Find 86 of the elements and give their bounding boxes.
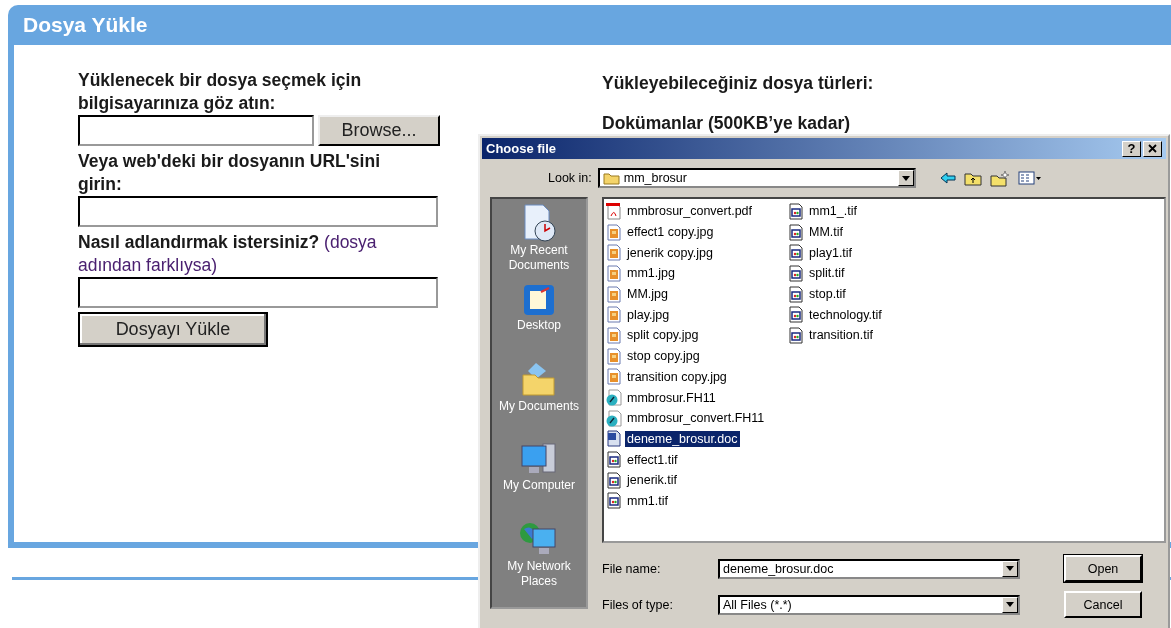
dropdown-button[interactable] bbox=[1002, 560, 1018, 577]
look-in-dropdown[interactable]: mm_brosur bbox=[597, 168, 916, 188]
tif-file-icon bbox=[606, 451, 622, 469]
freehand-file-icon bbox=[606, 409, 622, 427]
close-icon bbox=[1148, 144, 1157, 153]
image-file-icon bbox=[606, 285, 622, 303]
places-item[interactable]: My Documents bbox=[492, 361, 586, 440]
freehand-file-icon bbox=[606, 389, 622, 407]
close-button[interactable] bbox=[1143, 140, 1162, 157]
browse-label: Yüklenecek bir dosya seçmek için bilgisayarınıza göz atın: bbox=[78, 69, 363, 115]
back-arrow-icon[interactable] bbox=[939, 172, 956, 184]
tif-file-icon bbox=[788, 306, 804, 324]
dialog-title: Choose file bbox=[486, 141, 557, 156]
file-item[interactable]: effect1.tif bbox=[625, 451, 680, 468]
places-item[interactable]: My Computer bbox=[492, 440, 586, 519]
file-name-label: File name: bbox=[602, 561, 662, 576]
dropdown-arrow-icon bbox=[1006, 566, 1014, 571]
open-button[interactable]: Open bbox=[1064, 555, 1142, 582]
image-file-icon bbox=[606, 326, 622, 344]
folder-icon bbox=[520, 361, 558, 399]
image-file-icon bbox=[606, 368, 622, 386]
tif-file-icon bbox=[788, 326, 804, 344]
folder-icon bbox=[602, 171, 620, 185]
dropdown-button[interactable] bbox=[897, 170, 914, 186]
image-file-icon bbox=[606, 223, 622, 241]
tif-file-icon bbox=[788, 285, 804, 303]
places-item[interactable]: My Recent Documents bbox=[492, 203, 586, 282]
file-item[interactable]: MM.tif bbox=[807, 224, 846, 241]
tif-file-icon bbox=[606, 492, 622, 510]
dropdown-arrow-icon bbox=[901, 175, 910, 181]
file-item[interactable]: mm1_.tif bbox=[807, 203, 859, 220]
file-item[interactable]: transition copy.jpg bbox=[625, 368, 729, 385]
file-type-dropdown[interactable]: All Files (*.*) bbox=[718, 594, 1020, 615]
file-item[interactable]: split copy.jpg bbox=[625, 327, 701, 344]
file-item[interactable]: mm1.tif bbox=[625, 492, 670, 509]
word-document-icon bbox=[606, 430, 622, 448]
places-item[interactable]: My Network Places bbox=[492, 519, 586, 598]
panel-title: Dosya Yükle bbox=[23, 13, 148, 37]
view-menu-icon[interactable] bbox=[1017, 171, 1042, 185]
places-item[interactable]: Desktop bbox=[492, 282, 586, 361]
dropdown-arrow-icon bbox=[1006, 602, 1014, 607]
url-field[interactable] bbox=[78, 196, 438, 227]
file-name-field[interactable]: deneme_brosur.doc bbox=[718, 558, 1020, 579]
tif-file-icon bbox=[606, 471, 622, 489]
file-item[interactable]: effect1 copy.jpg bbox=[625, 224, 716, 241]
file-item[interactable]: stop.tif bbox=[807, 286, 848, 303]
file-item[interactable]: MM.jpg bbox=[625, 286, 670, 303]
file-item[interactable]: mmbrosur_convert.FH11 bbox=[625, 410, 767, 427]
image-file-icon bbox=[606, 244, 622, 262]
help-button[interactable]: ? bbox=[1122, 140, 1141, 157]
file-item[interactable]: transition.tif bbox=[807, 327, 875, 344]
url-label: Veya web'deki bir dosyanın URL'sini girin: bbox=[78, 150, 382, 196]
up-folder-icon[interactable] bbox=[963, 170, 982, 186]
desktop-icon bbox=[521, 282, 557, 318]
file-item[interactable]: jenerik.tif bbox=[625, 472, 680, 489]
file-item[interactable]: mmbrosur.FH11 bbox=[625, 389, 718, 406]
rename-field[interactable] bbox=[78, 277, 438, 308]
look-in-label: Look in: bbox=[548, 171, 592, 185]
file-path-field[interactable] bbox=[78, 115, 314, 146]
rename-label: Nasıl adlandırmak istersiniz? (dosya adından farklıysa) bbox=[78, 231, 378, 277]
image-file-icon bbox=[606, 264, 622, 282]
file-item[interactable]: split.tif bbox=[807, 265, 847, 282]
new-folder-icon[interactable] bbox=[989, 169, 1010, 187]
tif-file-icon bbox=[788, 244, 804, 262]
upload-button[interactable]: Dosyayı Yükle bbox=[78, 312, 268, 347]
image-file-icon bbox=[606, 306, 622, 324]
file-type-item: Dokümanlar (500KB’ye kadar) bbox=[602, 112, 852, 135]
pdf-file-icon bbox=[606, 202, 622, 220]
tif-file-icon bbox=[788, 264, 804, 282]
dropdown-button[interactable] bbox=[1002, 596, 1018, 613]
file-item[interactable]: mm1.jpg bbox=[625, 265, 677, 282]
image-file-icon bbox=[606, 347, 622, 365]
browse-button[interactable]: Browse... bbox=[318, 115, 440, 146]
file-item[interactable]: technology.tif bbox=[807, 306, 884, 323]
file-types-heading: Yükleyebileceğiniz dosya türleri: bbox=[602, 72, 874, 95]
tif-file-icon bbox=[788, 223, 804, 241]
file-item[interactable]: play.jpg bbox=[625, 306, 672, 323]
cancel-button[interactable]: Cancel bbox=[1064, 591, 1142, 618]
file-item[interactable]: deneme_brosur.doc bbox=[625, 430, 740, 447]
file-item[interactable]: jenerik copy.jpg bbox=[625, 244, 715, 261]
file-item[interactable]: mmbrosur_convert.pdf bbox=[625, 203, 755, 220]
file-type-label: Files of type: bbox=[602, 597, 674, 612]
clock-document-icon bbox=[521, 203, 557, 243]
file-item[interactable]: stop copy.jpg bbox=[625, 348, 702, 365]
file-item[interactable]: play1.tif bbox=[807, 244, 855, 261]
tif-file-icon bbox=[788, 202, 804, 220]
